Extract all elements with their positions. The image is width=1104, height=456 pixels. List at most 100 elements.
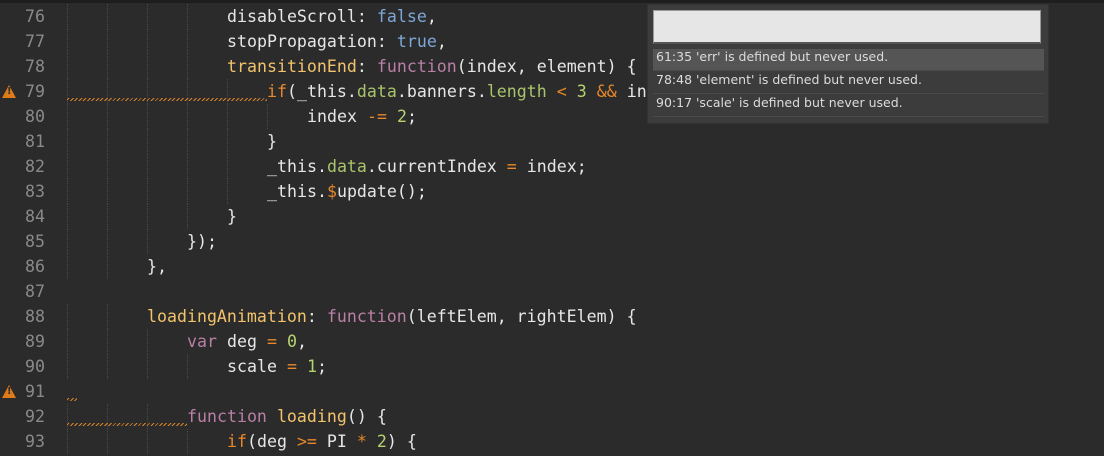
- lint-search-input[interactable]: [653, 10, 1041, 44]
- code-token: 1: [306, 357, 317, 376]
- code-token: &&: [596, 82, 617, 101]
- indent-guide: [67, 304, 68, 329]
- indent-guide: [187, 104, 188, 129]
- code-token: (index, element) {: [456, 57, 637, 76]
- indent-guide: [187, 204, 188, 229]
- code-token: length: [486, 82, 547, 101]
- indent-guide: [107, 179, 108, 204]
- code-token: =: [266, 332, 277, 351]
- code-line[interactable]: 86},: [0, 254, 1104, 279]
- code-line[interactable]: 90 scale = 1;: [0, 354, 1104, 379]
- code-token: (_this.: [286, 82, 357, 101]
- code-token: ) {: [386, 432, 417, 451]
- code-text: var deg = 0,: [187, 329, 307, 354]
- code-token: data: [326, 157, 367, 176]
- line-number: 84: [25, 207, 45, 226]
- code-token: var: [187, 332, 217, 351]
- code-token: <: [556, 82, 567, 101]
- code-token: (deg: [246, 432, 297, 451]
- indent-guide: [187, 154, 188, 179]
- indent-guide: [147, 179, 148, 204]
- code-token: }: [227, 207, 237, 226]
- indent-guide: [107, 54, 108, 79]
- indent-guide: [187, 354, 188, 379]
- code-line[interactable]: 91: [0, 379, 1104, 404]
- indent-guide: [107, 329, 108, 354]
- indent-guide: [107, 254, 108, 279]
- indent-guide: [107, 429, 108, 454]
- code-text: scale = 1;: [227, 354, 327, 379]
- indent-guide: [67, 254, 68, 279]
- indent-guide: [67, 154, 68, 179]
- indent-guide: [67, 329, 68, 354]
- code-text: });: [187, 229, 217, 254]
- indent-guide: [147, 104, 148, 129]
- lint-item[interactable]: 90:17 'scale' is defined but never used.: [653, 95, 1044, 117]
- indent-guide: [187, 429, 188, 454]
- line-number: 78: [25, 57, 45, 76]
- code-token: >=: [296, 432, 317, 451]
- line-number: 81: [25, 132, 45, 151]
- indent-guide: [107, 304, 108, 329]
- code-token: },: [147, 257, 167, 276]
- code-token: ;: [316, 357, 327, 376]
- code-token: loadingAnimation: [147, 307, 307, 326]
- lint-squiggle: [67, 398, 77, 401]
- code-token: (leftElem, rightElem) {: [406, 307, 637, 326]
- indent-guide: [107, 104, 108, 129]
- line-number: 91: [25, 382, 45, 401]
- code-token: .currentIndex: [366, 157, 507, 176]
- indent-guide: [147, 29, 148, 54]
- code-token: }: [267, 132, 277, 151]
- code-token: disableScroll: [227, 7, 357, 26]
- code-text: }: [267, 129, 277, 154]
- lint-item[interactable]: 61:35 'err' is defined but never used.: [653, 49, 1044, 71]
- indent-guide: [67, 54, 68, 79]
- code-line[interactable]: 92 function loading() {: [0, 404, 1104, 429]
- code-token: _this.: [267, 182, 327, 201]
- code-text: transitionEnd: function(index, element) …: [227, 54, 637, 79]
- code-token: 2: [376, 432, 387, 451]
- indent-guide: [107, 154, 108, 179]
- lint-item[interactable]: 78:48 'element' is defined but never use…: [653, 72, 1044, 94]
- line-number: 90: [25, 357, 45, 376]
- code-text: loadingAnimation: function(leftElem, rig…: [147, 304, 637, 329]
- code-line[interactable]: 87: [0, 279, 1104, 304]
- code-token: $: [326, 182, 337, 201]
- code-token: deg: [216, 332, 267, 351]
- code-line[interactable]: 88 loadingAnimation: function(leftElem, r…: [0, 304, 1104, 329]
- code-token: () {: [346, 407, 387, 426]
- indent-guide: [147, 429, 148, 454]
- line-number: 82: [25, 157, 45, 176]
- code-line[interactable]: 82 _this.data.currentIndex = index;: [0, 154, 1104, 179]
- code-token: index: [307, 107, 367, 126]
- line-number: 93: [25, 432, 45, 451]
- indent-guide: [147, 154, 148, 179]
- code-text: if(deg >= PI * 2) {: [227, 429, 417, 454]
- tab-bar-edge: [0, 0, 1104, 3]
- code-token: });: [187, 232, 217, 251]
- code-text: _this.$update();: [267, 179, 427, 204]
- code-token: =: [506, 157, 517, 176]
- code-line[interactable]: 89 var deg = 0,: [0, 329, 1104, 354]
- indent-guide: [67, 354, 68, 379]
- indent-guide: [107, 129, 108, 154]
- indent-guide: [227, 104, 228, 129]
- code-line[interactable]: 85});: [0, 229, 1104, 254]
- indent-guide: [67, 104, 68, 129]
- code-line[interactable]: 84}: [0, 204, 1104, 229]
- line-number: 80: [25, 107, 45, 126]
- indent-guide: [147, 54, 148, 79]
- code-token: PI: [316, 432, 357, 451]
- code-line[interactable]: 93 if(deg >= PI * 2) {: [0, 429, 1104, 454]
- code-line[interactable]: 83 _this.$update();: [0, 179, 1104, 204]
- code-token: in: [616, 82, 647, 101]
- code-token: stopPropagation: [227, 32, 377, 51]
- code-line[interactable]: 81}: [0, 129, 1104, 154]
- line-number: 89: [25, 332, 45, 351]
- line-number: 77: [25, 32, 45, 51]
- code-token: :: [356, 57, 377, 76]
- lint-squiggle: [67, 423, 187, 426]
- indent-guide: [67, 29, 68, 54]
